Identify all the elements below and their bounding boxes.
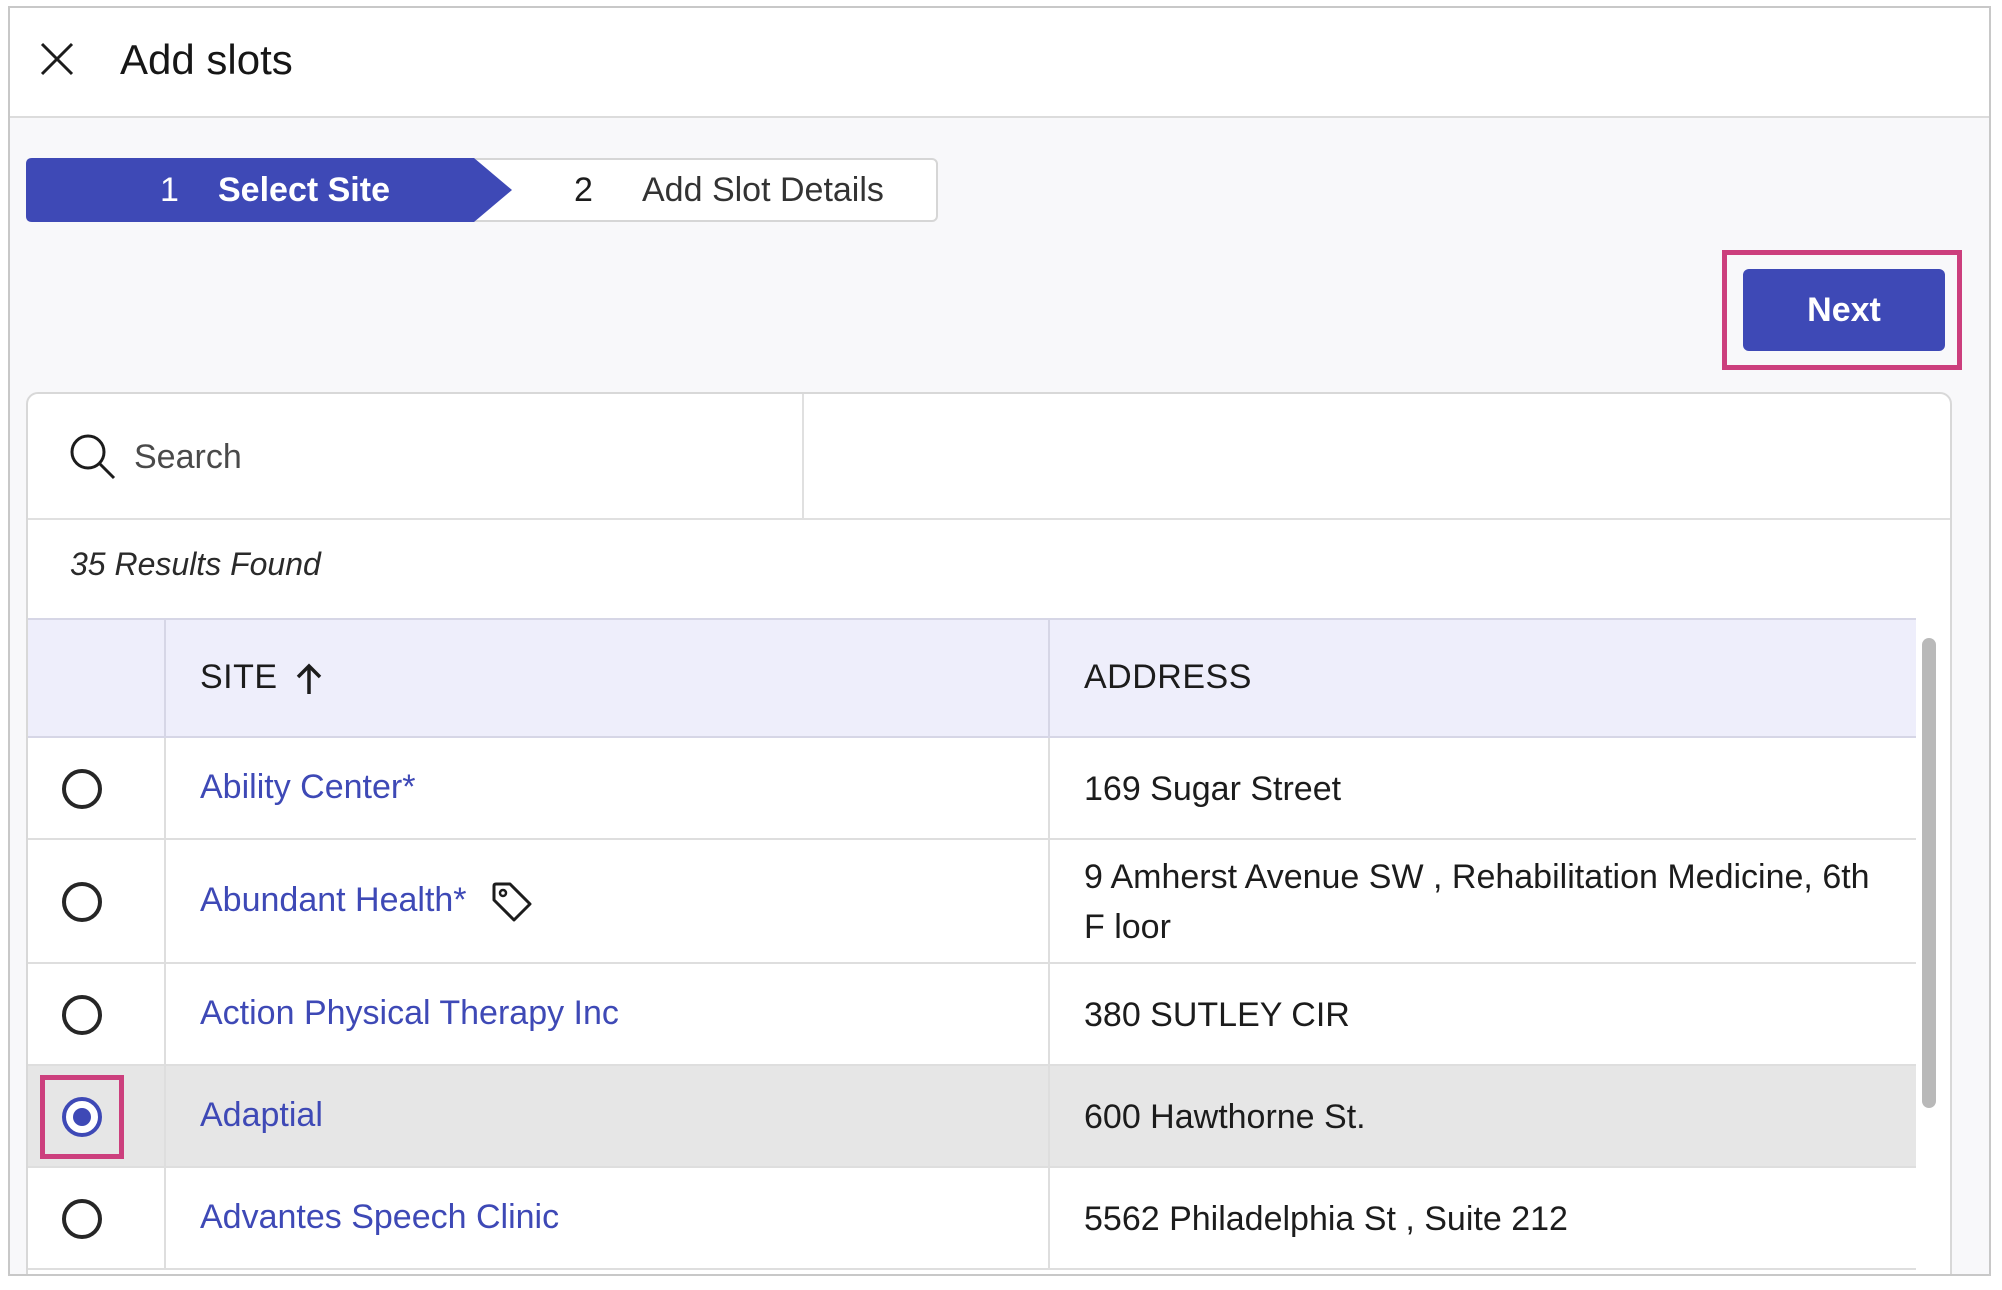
next-button-highlight: Next <box>1722 250 1962 370</box>
address-cell: 600 Hawthorne St. <box>1050 1066 1890 1166</box>
site-link[interactable]: Abundant Health* <box>200 881 467 920</box>
address-text: 169 Sugar Street <box>1084 770 1342 808</box>
address-text: 380 SUTLEY CIR <box>1084 996 1350 1034</box>
address-text: 600 Hawthorne St. <box>1084 1098 1366 1136</box>
arrow-up-icon[interactable] <box>294 662 324 696</box>
results-count: 35 Results Found <box>70 546 321 582</box>
table-header: SITE ADDRESS <box>28 618 1916 738</box>
site-link[interactable]: Adaptial <box>200 1096 323 1135</box>
site-radio[interactable] <box>62 1199 102 1239</box>
address-cell: 169 Sugar Street <box>1050 738 1890 838</box>
site-radio[interactable] <box>62 995 102 1035</box>
stepper: 1 Select Site 2 Add Slot Details <box>26 158 938 222</box>
step-number: 2 <box>574 171 593 209</box>
dialog-title: Add slots <box>120 36 293 83</box>
site-radio[interactable] <box>62 882 102 922</box>
site-column-header[interactable]: SITE <box>166 620 1050 738</box>
select-cell <box>28 840 166 962</box>
search-box <box>28 394 804 518</box>
step-select-site[interactable]: 1 Select Site <box>26 158 512 222</box>
address-column-label: ADDRESS <box>1084 658 1252 696</box>
select-cell <box>28 738 166 838</box>
site-cell: Abundant Health* <box>166 840 1050 962</box>
step-add-slot-details[interactable]: Add Slot Details <box>642 158 884 222</box>
table-row[interactable]: Abundant Health* 9 Amherst Avenue SW , R… <box>28 840 1916 964</box>
step-label: Select Site <box>218 171 390 209</box>
site-column-label: SITE <box>200 658 278 696</box>
site-cell: Adaptial <box>166 1066 1050 1166</box>
tag-icon[interactable] <box>490 880 534 924</box>
search-row <box>28 394 1950 520</box>
table-row[interactable]: Advantes Speech Clinic 5562 Philadelphia… <box>28 1168 1916 1270</box>
site-list-panel: 35 Results Found SITE ADDRESS <box>26 392 1952 1274</box>
site-link[interactable]: Ability Center* <box>200 768 415 807</box>
select-column-header <box>28 620 166 738</box>
next-button[interactable]: Next <box>1743 269 1945 351</box>
search-icon <box>68 432 118 482</box>
site-cell: Ability Center* <box>166 738 1050 838</box>
address-text: 9 Amherst Avenue SW , Rehabilitation Med… <box>1084 858 1870 946</box>
table-row[interactable]: Ability Center* 169 Sugar Street <box>28 738 1916 840</box>
site-link[interactable]: Action Physical Therapy Inc <box>200 994 619 1033</box>
add-slots-dialog: Add slots 1 Select Site 2 Add Slot Detai… <box>8 6 1991 1276</box>
select-cell <box>28 1066 166 1166</box>
search-input[interactable] <box>132 428 736 486</box>
site-radio[interactable] <box>62 769 102 809</box>
site-link[interactable]: Advantes Speech Clinic <box>200 1198 559 1237</box>
table-row-selected[interactable]: Adaptial 600 Hawthorne St. <box>28 1066 1916 1168</box>
select-cell <box>28 964 166 1064</box>
address-text: 5562 Philadelphia St , Suite 212 <box>1084 1200 1568 1238</box>
dialog-header: Add slots <box>10 8 1989 118</box>
step-number: 1 <box>160 171 179 209</box>
site-radio-checked[interactable] <box>62 1097 102 1137</box>
address-column-header[interactable]: ADDRESS <box>1050 620 1916 738</box>
address-cell: 9 Amherst Avenue SW , Rehabilitation Med… <box>1050 840 1890 962</box>
address-cell: 5562 Philadelphia St , Suite 212 <box>1050 1168 1890 1268</box>
table-scrollbar[interactable] <box>1922 638 1936 1108</box>
site-cell: Action Physical Therapy Inc <box>166 964 1050 1064</box>
close-icon[interactable] <box>32 34 82 84</box>
select-cell <box>28 1168 166 1268</box>
table-row[interactable]: Action Physical Therapy Inc 380 SUTLEY C… <box>28 964 1916 1066</box>
site-cell: Advantes Speech Clinic <box>166 1168 1050 1268</box>
address-cell: 380 SUTLEY CIR <box>1050 964 1890 1064</box>
